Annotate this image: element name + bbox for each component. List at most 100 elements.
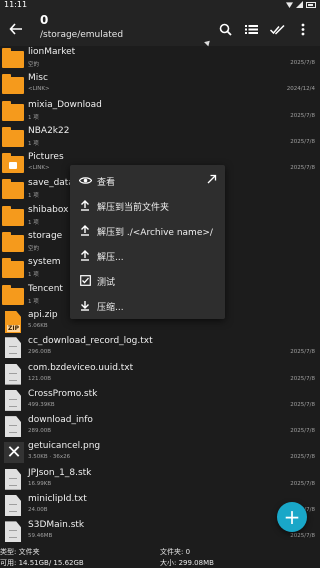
eye-icon — [78, 173, 92, 187]
menu-item-compress[interactable]: 压缩... — [70, 293, 225, 318]
folder-icon — [2, 48, 24, 68]
file-name: storage — [28, 231, 63, 242]
document-icon — [2, 416, 24, 438]
file-row[interactable]: Misc <LINK> 2024/12/4 — [0, 72, 320, 98]
signal-icon — [296, 1, 303, 8]
folder-icon — [2, 100, 24, 121]
file-name: NBA2k22 — [28, 125, 70, 136]
file-date: 2024/12/4 — [286, 86, 315, 93]
file-name: mixia_Download — [28, 99, 102, 110]
file-date: 2025/7/8 — [290, 138, 315, 145]
menu-item-label: 测试 — [97, 278, 116, 288]
file-name: JPJson_1_8.stk — [28, 467, 92, 478]
file-date: 2025/7/8 — [290, 533, 315, 540]
file-row[interactable]: com.bzdeviceo.uuid.txt 121.00B 2025/7/8 — [0, 362, 320, 388]
file-date: 2025/7/8 — [290, 60, 315, 66]
image-file-icon: ✕ — [2, 442, 24, 464]
file-row[interactable]: JPJson_1_8.stk 16.99KB 2025/7/8 — [0, 467, 320, 493]
file-details: 289.00B — [28, 428, 52, 435]
checkbox-icon — [78, 273, 92, 287]
file-row[interactable]: S3DMain.stk 59.46MB 2025/7/8 — [0, 519, 320, 545]
add-fab-button[interactable]: + — [277, 502, 307, 532]
upload-icon — [78, 223, 92, 237]
file-name: Pictures — [28, 152, 64, 163]
file-details: 1 项 — [28, 298, 39, 305]
toolbar: 0 /storage/emulated — [0, 10, 320, 47]
search-icon[interactable] — [212, 19, 238, 39]
folder-count-label: 文件夹: 0 — [160, 548, 191, 556]
status-bar: 11:11 — [0, 0, 320, 10]
file-details: <LINK> — [28, 165, 50, 172]
file-date: 2025/7/8 — [290, 349, 315, 356]
available-space-label: 可用: 14.51GB/ 15.62GB — [0, 559, 84, 567]
menu-item-test[interactable]: 测试 — [70, 268, 225, 293]
menu-item-extract-here[interactable]: 解压到当前文件夹 — [70, 193, 225, 218]
document-icon — [2, 363, 24, 385]
file-name: api.zip — [28, 309, 58, 320]
menu-item-label: 解压到当前文件夹 — [97, 203, 170, 213]
menu-item-extract-to-folder[interactable]: 解压到 ./<Archive name>/ — [70, 218, 225, 243]
file-name: cc_download_record_log.txt — [28, 336, 153, 347]
folder-image-icon — [2, 153, 24, 174]
document-icon — [2, 337, 24, 359]
folder-icon — [2, 126, 24, 147]
toolbar-actions — [212, 19, 316, 39]
type-label: 类型: 文件夹 — [0, 548, 40, 556]
file-name: S3DMain.stk — [28, 520, 85, 531]
open-external-icon[interactable] — [205, 172, 219, 186]
file-details: 3.50KB · 36x26 — [28, 454, 71, 461]
file-details: 24.00B — [28, 507, 48, 514]
file-row[interactable]: miniclipId.txt24.00B2025/7/8 — [0, 493, 320, 519]
menu-item-label: 解压... — [97, 253, 124, 263]
file-row[interactable]: CrossPromo.stk 499.39KB 2025/7/8 — [0, 388, 320, 414]
plus-icon: + — [283, 505, 301, 529]
file-row[interactable]: download_info 289.00B 2025/7/8 — [0, 414, 320, 440]
menu-item-view[interactable]: 查看 — [70, 168, 225, 193]
folder-icon — [2, 179, 24, 200]
folder-icon — [2, 284, 24, 305]
file-name: shibabox — [28, 204, 69, 215]
file-name: save_data — [28, 178, 74, 189]
status-time: 11:11 — [4, 0, 28, 9]
file-date: 2025/7/8 — [290, 480, 315, 487]
menu-item-label: 解压到 ./<Archive name>/ — [97, 228, 213, 238]
file-details: 1 项 — [28, 272, 39, 279]
file-details: 5.06KB — [28, 322, 48, 329]
wifi-icon — [286, 2, 293, 8]
file-row[interactable]: NBA2k22 1 项 2025/7/8 — [0, 125, 320, 151]
list-view-icon[interactable] — [238, 19, 264, 39]
file-details: 1 项 — [28, 114, 39, 121]
file-name: system — [28, 257, 61, 268]
file-row[interactable]: mixia_Download 1 项 2025/7/8 — [0, 99, 320, 125]
file-row[interactable]: cc_download_record_log.txt 296.00B 2025/7/… — [0, 335, 320, 361]
file-row[interactable]: ✕ getuicancel.png 3.50KB · 36x26 2025/7/8 — [0, 440, 320, 466]
current-path[interactable]: /storage/emulated — [40, 30, 123, 40]
menu-item-label: 查看 — [97, 178, 116, 188]
file-name: Misc — [28, 73, 48, 84]
total-size-label: 大小: 299.08MB — [160, 559, 214, 567]
context-menu: 查看 解压到当前文件夹 解压到 ./<Archive name>/ 解压... … — [70, 165, 225, 319]
file-details: 59.46MB — [28, 533, 53, 540]
status-icons — [286, 1, 316, 8]
file-name: miniclipId.txt — [28, 494, 87, 505]
folder-icon — [2, 258, 24, 279]
file-details: 1 项 — [28, 193, 39, 200]
file-name: Tencent — [28, 283, 63, 294]
file-name: getuicancel.png — [28, 441, 101, 452]
folder-icon — [2, 74, 24, 95]
file-details: 空的 — [28, 62, 40, 68]
select-all-icon[interactable] — [264, 19, 290, 39]
file-details: 空的 — [28, 246, 40, 253]
document-icon — [2, 389, 24, 411]
menu-item-extract[interactable]: 解压... — [70, 243, 225, 268]
zip-file-icon: ZIP — [2, 310, 24, 333]
file-details: 296.00B — [28, 349, 52, 356]
selection-count: 0 — [40, 13, 49, 27]
file-row[interactable]: lionMarket 空的 2025/7/8 — [0, 46, 320, 72]
file-details: 499.39KB — [28, 401, 55, 408]
file-name: com.bzdeviceo.uuid.txt — [28, 362, 134, 373]
more-options-icon[interactable] — [290, 19, 316, 39]
file-name: download_info — [28, 415, 93, 426]
back-arrow-icon[interactable] — [6, 19, 26, 39]
file-details: 16.99KB — [28, 480, 52, 487]
